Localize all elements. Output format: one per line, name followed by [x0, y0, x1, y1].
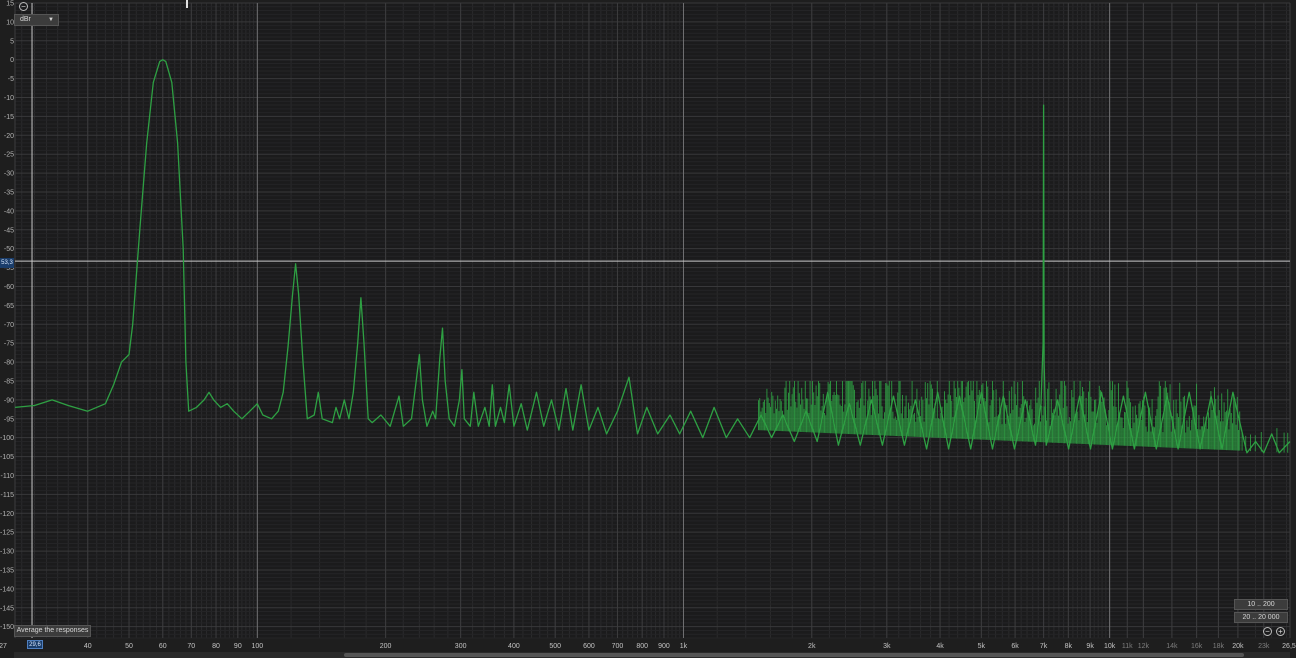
zoom-out-icon[interactable]: −	[1263, 627, 1272, 636]
y-tick-label: -110	[1, 473, 15, 480]
y-tick-label: 5	[10, 38, 14, 45]
y-tick-label: -145	[0, 605, 14, 612]
y-tick-label: -80	[4, 360, 14, 367]
y-tick-label: -50	[4, 246, 14, 253]
y-tick-label: -130	[0, 549, 14, 556]
x-tick-label: 400	[508, 643, 520, 650]
marker-tick[interactable]	[186, 0, 188, 8]
y-axis-labels: 151050-5-10-15-20-25-30-35-40-45-50-55-6…	[0, 1, 14, 632]
x-tick-label: 80	[212, 643, 220, 650]
y-tick-label: 15	[6, 1, 14, 8]
zoom-out-icon[interactable]: −	[19, 2, 28, 11]
x-tick-label: 10k	[1104, 643, 1116, 650]
x-axis-labels: 27 40 50 60 70 80 90 100 200 300 400 500 600 700 800 90…	[0, 643, 1296, 650]
scrollbar-thumb[interactable]	[344, 653, 1244, 657]
x-tick-label: 600	[583, 643, 595, 650]
horizontal-scrollbar[interactable]	[14, 652, 1290, 658]
x-tick-label: 7k	[1040, 643, 1048, 650]
x-tick-label: 26,5kHz	[1282, 643, 1296, 650]
x-tick-label: 100	[251, 643, 263, 650]
y-tick-label: -70	[4, 322, 14, 329]
x-tick-label: 20k	[1232, 643, 1244, 650]
y-tick-label: -90	[4, 397, 14, 404]
x-tick-label: 1k	[680, 643, 688, 650]
y-tick-label: -85	[4, 378, 14, 385]
y-tick-label: -25	[4, 152, 14, 159]
zoom-in-icon[interactable]: +	[1276, 627, 1285, 636]
x-tick-label: 90	[234, 643, 242, 650]
x-tick-label: 70	[187, 643, 195, 650]
x-tick-label: 900	[658, 643, 670, 650]
x-tick-label: 5k	[978, 643, 986, 650]
y-tick-label: -120	[0, 511, 14, 518]
x-tick-label: 18k	[1213, 643, 1225, 650]
x-tick-label: 11k	[1122, 643, 1133, 650]
y-tick-label: -40	[4, 208, 14, 215]
x-tick-label: 40	[84, 643, 92, 650]
y-tick-label: -135	[0, 567, 14, 574]
x-tick-label: 27	[0, 643, 7, 650]
x-tick-label: 6k	[1011, 643, 1019, 650]
y-tick-label: -30	[4, 171, 14, 178]
x-tick-label: 50	[125, 643, 133, 650]
x-tick-label: 14k	[1166, 643, 1178, 650]
y-tick-label: 0	[10, 57, 14, 64]
x-tick-label: 4k	[936, 643, 944, 650]
x-tick-label: 12k	[1138, 643, 1150, 650]
x-tick-label: 60	[159, 643, 167, 650]
y-tick-label: -125	[0, 530, 14, 537]
x-tick-label: 200	[380, 643, 392, 650]
range-preset-10-200-button[interactable]: 10 .. 200	[1234, 599, 1288, 610]
unit-dropdown-value: dBr	[20, 16, 31, 23]
x-tick-label: 800	[636, 643, 648, 650]
x-tick-label: 2k	[808, 643, 816, 650]
y-tick-label: -65	[4, 303, 14, 310]
x-tick-label: 3k	[883, 643, 891, 650]
x-tick-label: 8k	[1065, 643, 1073, 650]
unit-dropdown[interactable]: dBr ▼	[14, 14, 59, 26]
average-responses-button[interactable]: Average the responses	[14, 625, 91, 637]
y-tick-label: -35	[4, 189, 14, 196]
y-tick-label: -15	[4, 114, 14, 121]
y-tick-label: -75	[4, 341, 14, 348]
y-tick-label: -45	[4, 227, 14, 234]
y-tick-label: -95	[4, 416, 14, 423]
y-tick-label: -115	[1, 492, 15, 499]
y-tick-label: -150	[0, 624, 14, 631]
range-preset-20-20000-button[interactable]: 20 .. 20 000	[1234, 612, 1288, 623]
x-tick-label: 23k	[1258, 643, 1270, 650]
x-tick-label: 9k	[1086, 643, 1094, 650]
y-tick-label: -105	[0, 454, 14, 461]
y-tick-label: -20	[4, 133, 14, 140]
x-tick-label: 500	[549, 643, 561, 650]
x-tick-label: 16k	[1191, 643, 1203, 650]
y-tick-label: -140	[0, 586, 14, 593]
cursor-y-readout: 53,3	[0, 258, 14, 268]
y-tick-label: -10	[4, 95, 14, 102]
cursor-x-readout: 29,6	[27, 640, 43, 649]
spectrum-plot[interactable]: 151050-5-10-15-20-25-30-35-40-45-50-55-6…	[0, 0, 1296, 658]
y-tick-label: 10	[6, 19, 14, 26]
chevron-down-icon: ▼	[48, 17, 54, 23]
y-tick-label: -5	[8, 76, 14, 83]
y-tick-label: -60	[4, 284, 14, 291]
x-tick-label: 300	[455, 643, 467, 650]
x-tick-label: 700	[612, 643, 624, 650]
y-tick-label: -100	[0, 435, 14, 442]
